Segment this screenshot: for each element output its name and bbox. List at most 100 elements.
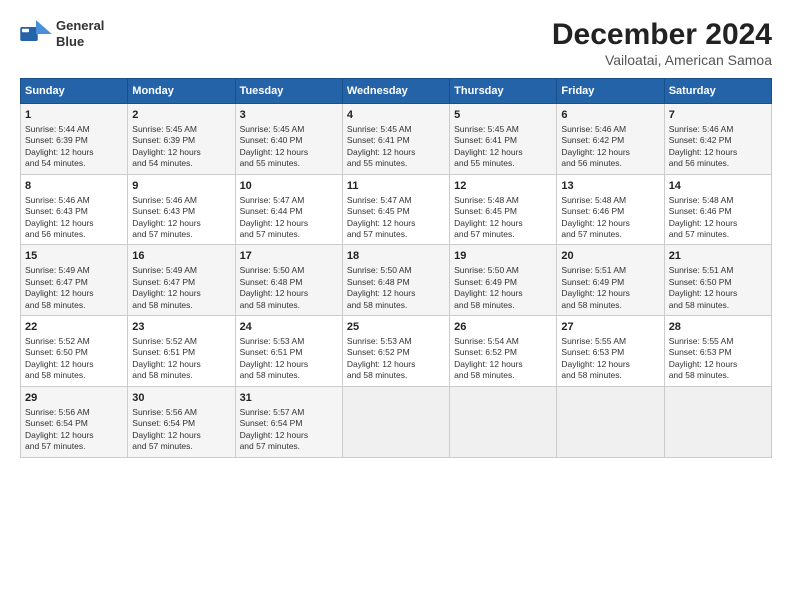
cell-line: and 57 minutes.: [240, 441, 338, 452]
cell-line: and 58 minutes.: [132, 370, 230, 381]
table-row: 18Sunrise: 5:50 AMSunset: 6:48 PMDayligh…: [342, 245, 449, 316]
cell-line: and 54 minutes.: [25, 158, 123, 169]
cell-line: Daylight: 12 hours: [240, 288, 338, 299]
cell-line: Sunset: 6:39 PM: [25, 135, 123, 146]
table-row: 30Sunrise: 5:56 AMSunset: 6:54 PMDayligh…: [128, 386, 235, 457]
day-number: 2: [132, 108, 230, 123]
cell-line: and 58 minutes.: [561, 370, 659, 381]
table-row: 11Sunrise: 5:47 AMSunset: 6:45 PMDayligh…: [342, 174, 449, 245]
cell-line: Sunset: 6:50 PM: [25, 347, 123, 358]
cell-line: and 58 minutes.: [454, 370, 552, 381]
table-row: [664, 386, 771, 457]
cell-line: Daylight: 12 hours: [347, 218, 445, 229]
day-number: 26: [454, 320, 552, 335]
cell-line: Sunset: 6:48 PM: [240, 277, 338, 288]
table-row: 19Sunrise: 5:50 AMSunset: 6:49 PMDayligh…: [450, 245, 557, 316]
cell-line: and 57 minutes.: [454, 229, 552, 240]
col-thursday: Thursday: [450, 79, 557, 104]
header-row: Sunday Monday Tuesday Wednesday Thursday…: [21, 79, 772, 104]
cell-line: Daylight: 12 hours: [25, 288, 123, 299]
cell-line: and 58 minutes.: [132, 300, 230, 311]
cell-line: Sunset: 6:41 PM: [454, 135, 552, 146]
cell-line: Sunrise: 5:44 AM: [25, 124, 123, 135]
table-row: 13Sunrise: 5:48 AMSunset: 6:46 PMDayligh…: [557, 174, 664, 245]
cell-line: Sunset: 6:40 PM: [240, 135, 338, 146]
cell-line: Sunrise: 5:56 AM: [25, 407, 123, 418]
cell-line: Sunrise: 5:55 AM: [669, 336, 767, 347]
cell-line: Sunset: 6:52 PM: [454, 347, 552, 358]
table-row: 7Sunrise: 5:46 AMSunset: 6:42 PMDaylight…: [664, 104, 771, 175]
cell-line: Sunrise: 5:45 AM: [240, 124, 338, 135]
table-row: 20Sunrise: 5:51 AMSunset: 6:49 PMDayligh…: [557, 245, 664, 316]
day-number: 28: [669, 320, 767, 335]
table-row: [342, 386, 449, 457]
cell-line: Daylight: 12 hours: [669, 218, 767, 229]
cell-line: and 57 minutes.: [132, 441, 230, 452]
header: General Blue December 2024 Vailoatai, Am…: [20, 18, 772, 68]
cell-line: and 56 minutes.: [561, 158, 659, 169]
cell-line: Sunset: 6:46 PM: [561, 206, 659, 217]
cell-line: Sunset: 6:51 PM: [132, 347, 230, 358]
table-row: 27Sunrise: 5:55 AMSunset: 6:53 PMDayligh…: [557, 316, 664, 387]
cell-line: Daylight: 12 hours: [454, 147, 552, 158]
cell-line: and 54 minutes.: [132, 158, 230, 169]
cell-line: Sunset: 6:54 PM: [240, 418, 338, 429]
cell-line: Sunset: 6:48 PM: [347, 277, 445, 288]
cell-line: and 55 minutes.: [454, 158, 552, 169]
table-row: 2Sunrise: 5:45 AMSunset: 6:39 PMDaylight…: [128, 104, 235, 175]
cell-line: Sunset: 6:43 PM: [25, 206, 123, 217]
cell-line: Sunset: 6:53 PM: [561, 347, 659, 358]
table-row: 29Sunrise: 5:56 AMSunset: 6:54 PMDayligh…: [21, 386, 128, 457]
cell-line: Sunset: 6:47 PM: [25, 277, 123, 288]
cell-line: Daylight: 12 hours: [454, 288, 552, 299]
cell-line: Sunrise: 5:46 AM: [132, 195, 230, 206]
table-row: 6Sunrise: 5:46 AMSunset: 6:42 PMDaylight…: [557, 104, 664, 175]
day-number: 18: [347, 249, 445, 264]
cell-line: Sunrise: 5:52 AM: [132, 336, 230, 347]
cell-line: Daylight: 12 hours: [240, 430, 338, 441]
cell-line: Daylight: 12 hours: [240, 218, 338, 229]
day-number: 24: [240, 320, 338, 335]
day-number: 10: [240, 179, 338, 194]
cell-line: and 58 minutes.: [347, 370, 445, 381]
page: General Blue December 2024 Vailoatai, Am…: [0, 0, 792, 468]
day-number: 7: [669, 108, 767, 123]
day-number: 1: [25, 108, 123, 123]
table-row: 8Sunrise: 5:46 AMSunset: 6:43 PMDaylight…: [21, 174, 128, 245]
logo-text: General Blue: [56, 18, 104, 49]
cell-line: Daylight: 12 hours: [347, 359, 445, 370]
cell-line: Sunrise: 5:51 AM: [561, 265, 659, 276]
day-number: 25: [347, 320, 445, 335]
calendar-week-row: 15Sunrise: 5:49 AMSunset: 6:47 PMDayligh…: [21, 245, 772, 316]
cell-line: Sunrise: 5:46 AM: [25, 195, 123, 206]
day-number: 11: [347, 179, 445, 194]
day-number: 13: [561, 179, 659, 194]
col-saturday: Saturday: [664, 79, 771, 104]
day-number: 15: [25, 249, 123, 264]
cell-line: Sunrise: 5:48 AM: [669, 195, 767, 206]
cell-line: Sunrise: 5:50 AM: [454, 265, 552, 276]
cell-line: and 58 minutes.: [25, 370, 123, 381]
cell-line: and 57 minutes.: [561, 229, 659, 240]
cell-line: Daylight: 12 hours: [561, 288, 659, 299]
day-number: 6: [561, 108, 659, 123]
cell-line: Sunrise: 5:53 AM: [347, 336, 445, 347]
cell-line: Sunrise: 5:45 AM: [132, 124, 230, 135]
day-number: 5: [454, 108, 552, 123]
cell-line: Daylight: 12 hours: [669, 147, 767, 158]
logo-icon: [20, 20, 52, 48]
cell-line: Sunrise: 5:50 AM: [347, 265, 445, 276]
day-number: 9: [132, 179, 230, 194]
cell-line: Daylight: 12 hours: [132, 218, 230, 229]
day-number: 20: [561, 249, 659, 264]
cell-line: and 58 minutes.: [561, 300, 659, 311]
table-row: 23Sunrise: 5:52 AMSunset: 6:51 PMDayligh…: [128, 316, 235, 387]
cell-line: Daylight: 12 hours: [347, 288, 445, 299]
cell-line: Sunrise: 5:56 AM: [132, 407, 230, 418]
day-number: 29: [25, 391, 123, 406]
logo: General Blue: [20, 18, 104, 49]
calendar-table: Sunday Monday Tuesday Wednesday Thursday…: [20, 78, 772, 458]
cell-line: Sunset: 6:53 PM: [669, 347, 767, 358]
cell-line: and 58 minutes.: [669, 300, 767, 311]
cell-line: and 55 minutes.: [347, 158, 445, 169]
